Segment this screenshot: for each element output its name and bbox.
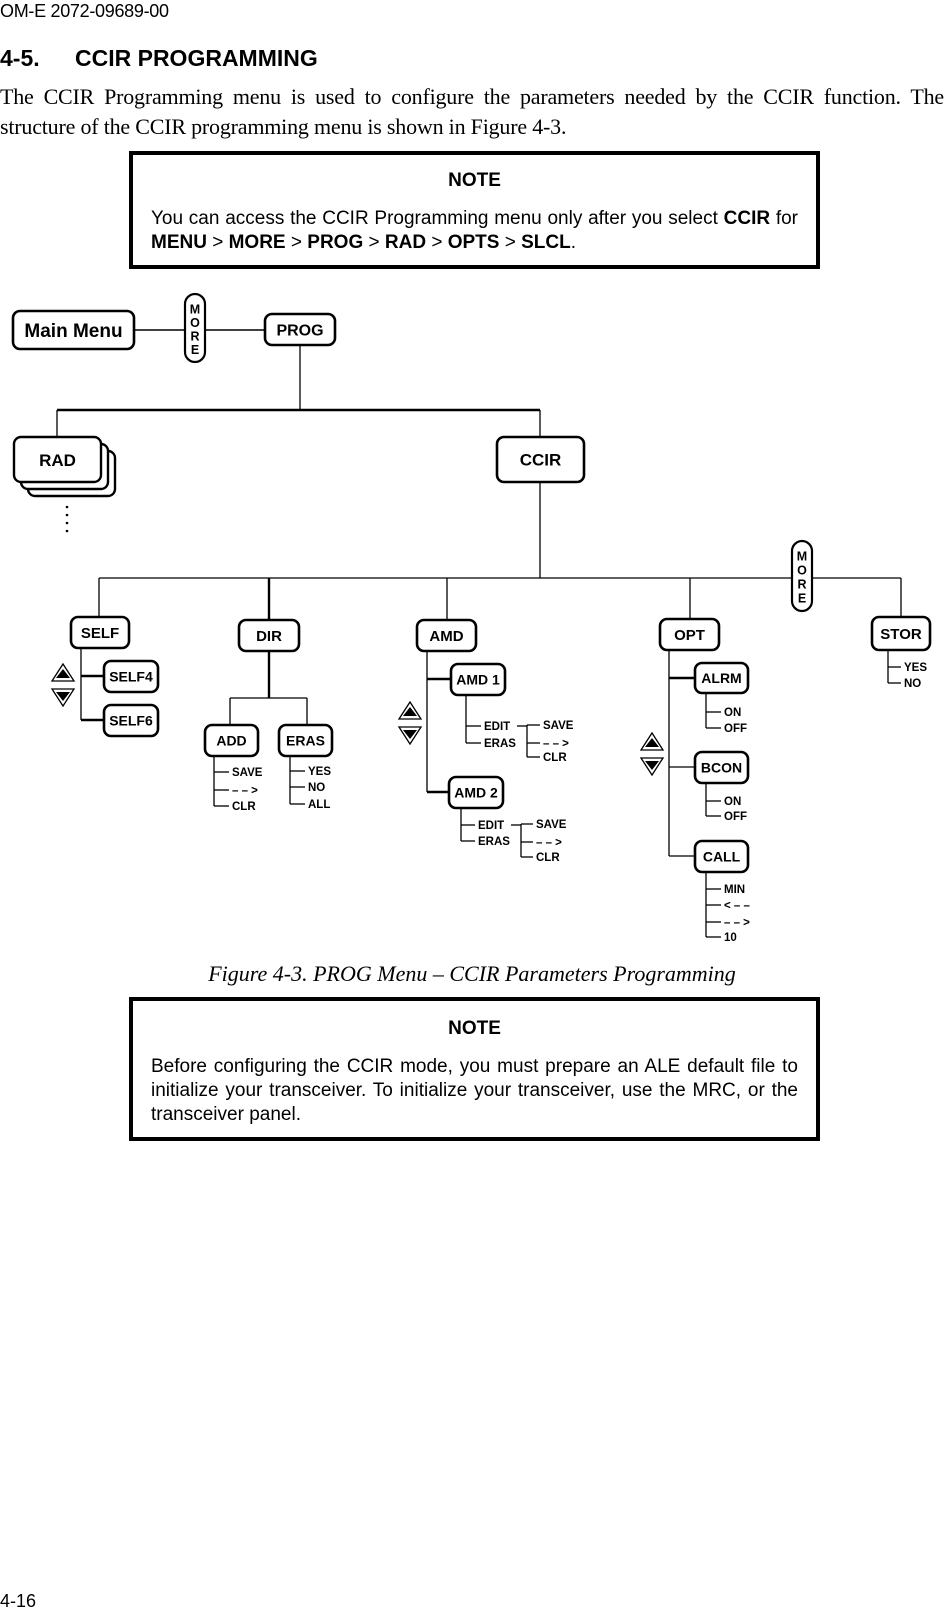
stor-option[interactable]: YES <box>904 662 927 674</box>
amd-edit-option[interactable]: CLR <box>536 852 560 864</box>
bcon-node-label: BCON <box>701 760 742 776</box>
continuation-dot <box>65 513 69 517</box>
self4-node[interactable]: SELF4 <box>102 659 160 694</box>
amd2-node[interactable]: AMD 2 <box>447 775 505 810</box>
amd2-node-label: AMD 2 <box>454 785 498 801</box>
self4-node-label: SELF4 <box>109 669 153 685</box>
opt-node[interactable]: OPT <box>658 617 721 652</box>
stor-option[interactable]: NO <box>904 678 921 690</box>
add-option[interactable]: CLR <box>232 801 256 813</box>
amd-node-label: AMD <box>429 628 463 645</box>
alrm-node[interactable]: ALRM <box>693 661 750 695</box>
eras-node[interactable]: ERAS <box>277 723 334 758</box>
self-node[interactable]: SELF <box>69 615 131 650</box>
prog-node[interactable]: PROG <box>263 312 337 347</box>
add-option[interactable]: SAVE <box>232 767 263 779</box>
rad-node-label: RAD <box>39 451 76 470</box>
note-title: NOTE <box>448 1018 501 1039</box>
scroll-arrows-self[interactable] <box>51 663 75 707</box>
more-letter: O <box>190 316 200 330</box>
amd-edit-option[interactable]: SAVE <box>536 819 567 831</box>
amd1-node-label: AMD 1 <box>456 672 500 688</box>
dir-node-label: DIR <box>256 628 282 645</box>
dir-node[interactable]: DIR <box>237 618 301 653</box>
amd-action[interactable]: EDIT <box>478 820 504 832</box>
more-letter: R <box>797 578 806 592</box>
figure-caption: Figure 4-3. PROG Menu – CCIR Parameters … <box>208 961 736 986</box>
continuation-dot <box>65 529 69 533</box>
more-node-ccir[interactable]: MORE <box>790 539 814 613</box>
prog-node-label: PROG <box>276 322 323 339</box>
self6-node-label: SELF6 <box>109 713 153 729</box>
bcon-option[interactable]: ON <box>724 796 741 808</box>
amd-action[interactable]: ERAS <box>478 836 510 848</box>
opt-node-label: OPT <box>674 627 705 644</box>
scroll-arrows-amd[interactable] <box>398 701 422 745</box>
call-option[interactable]: 10 <box>724 932 737 944</box>
stor-node[interactable]: STOR <box>870 615 932 652</box>
more-letter: R <box>190 329 199 343</box>
amd-edit-option[interactable]: – – > <box>543 738 569 750</box>
eras-option[interactable]: ALL <box>308 799 330 811</box>
alrm-option[interactable]: OFF <box>724 723 747 735</box>
more-letter: M <box>190 302 200 316</box>
eras-node-label: ERAS <box>286 733 325 749</box>
amd-action[interactable]: ERAS <box>484 738 516 750</box>
main-menu-node[interactable]: Main Menu <box>11 309 136 351</box>
note-body: Before configuring the CCIR mode, you mu… <box>151 1056 798 1125</box>
continuation-dot <box>65 521 69 525</box>
self6-node[interactable]: SELF6 <box>102 703 160 738</box>
amd1-node[interactable]: AMD 1 <box>449 662 507 697</box>
call-option[interactable]: < – – <box>724 900 751 912</box>
self-node-label: SELF <box>81 625 119 642</box>
bcon-option[interactable]: OFF <box>724 811 747 823</box>
bcon-node[interactable]: BCON <box>693 750 750 785</box>
amd-edit-option[interactable]: SAVE <box>543 720 574 732</box>
ccir-node-label: CCIR <box>520 451 562 470</box>
ccir-node[interactable]: CCIR <box>495 435 586 484</box>
more-node-top[interactable]: MORE <box>183 292 207 364</box>
amd-edit-option[interactable]: CLR <box>543 752 567 764</box>
rad-node[interactable]: RAD <box>12 435 117 498</box>
ccir-menu-diagram: Main MenuMOREPROGRAD CCIRMORESELFSELF4SEL… <box>11 292 932 944</box>
call-node-label: CALL <box>703 849 741 865</box>
note-box-prepare: NOTE Before configuring the CCIR mode, y… <box>129 997 820 1141</box>
call-option[interactable]: MIN <box>724 884 745 896</box>
call-node[interactable]: CALL <box>693 839 750 874</box>
amd-node[interactable]: AMD <box>415 618 478 653</box>
more-letter: E <box>798 592 806 606</box>
add-option[interactable]: – – > <box>232 785 258 797</box>
more-letter: M <box>797 550 807 564</box>
call-option[interactable]: – – > <box>724 917 750 929</box>
page-number: 4-16 <box>0 1591 37 1611</box>
more-letter: E <box>191 343 199 357</box>
continuation-dot <box>65 505 69 509</box>
stor-node-label: STOR <box>880 626 922 643</box>
amd-edit-option[interactable]: – – > <box>536 837 562 849</box>
eras-option[interactable]: NO <box>308 782 325 794</box>
more-letter: O <box>797 564 807 578</box>
alrm-node-label: ALRM <box>701 670 741 686</box>
alrm-option[interactable]: ON <box>724 707 741 719</box>
add-node[interactable]: ADD <box>203 723 260 758</box>
eras-option[interactable]: YES <box>308 766 331 778</box>
add-node-label: ADD <box>216 733 246 749</box>
scroll-arrows-opt[interactable] <box>640 732 664 776</box>
amd-action[interactable]: EDIT <box>484 721 510 733</box>
main-menu-node-label: Main Menu <box>24 321 122 342</box>
